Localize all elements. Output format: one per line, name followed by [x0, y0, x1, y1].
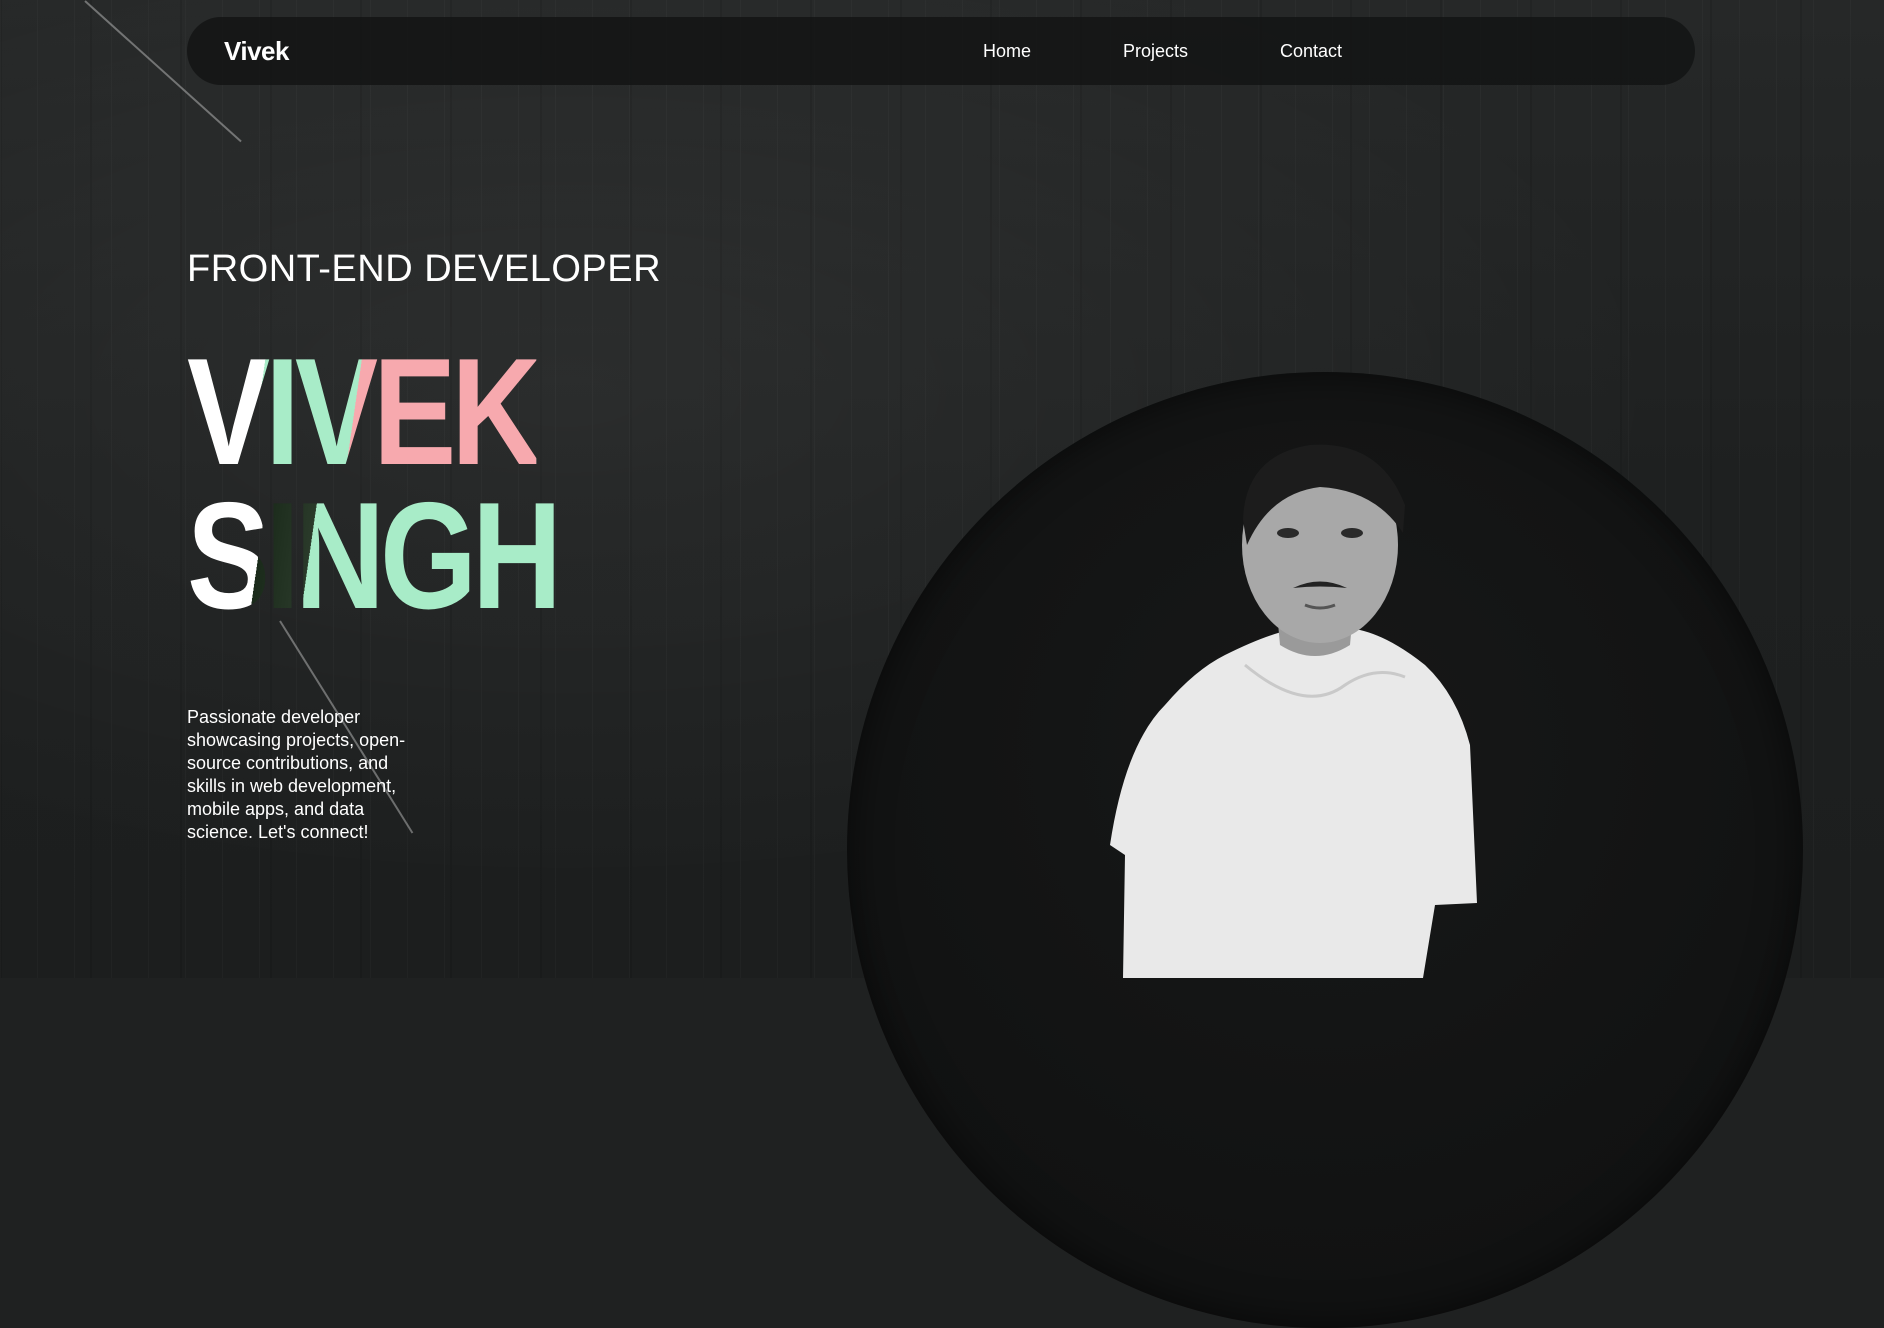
name-last: SINGH: [187, 471, 562, 641]
brand-logo[interactable]: Vivek: [224, 36, 289, 67]
nav-link-projects[interactable]: Projects: [1123, 41, 1188, 62]
nav-link-home[interactable]: Home: [983, 41, 1031, 62]
profile-photo: [1110, 444, 1477, 978]
top-navbar: Vivek Home Projects Contact: [187, 17, 1695, 85]
intro-description: Passionate developer showcasing projects…: [187, 707, 406, 842]
role-title: FRONT-END DEVELOPER: [187, 248, 662, 290]
name-first: VIVEK: [187, 327, 541, 497]
nav-link-contact[interactable]: Contact: [1280, 41, 1342, 62]
